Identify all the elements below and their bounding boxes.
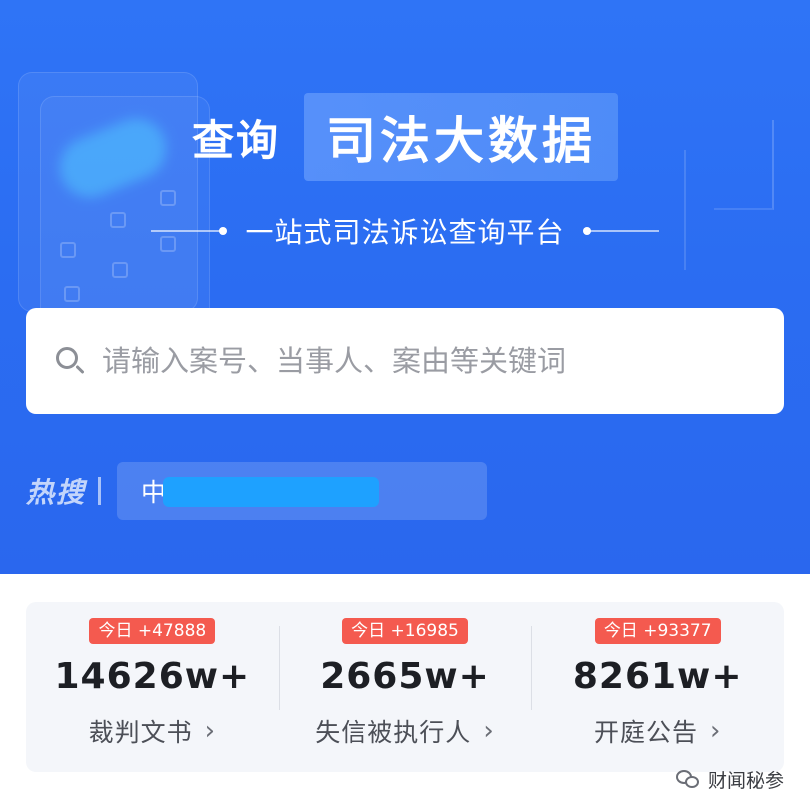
hot-search-label: 热搜: [26, 476, 87, 509]
hot-search-row: 热搜 中国 限公司: [26, 462, 488, 520]
hot-search-divider: [98, 477, 102, 505]
hero-banner: 查询 司法大数据 一站式司法诉讼查询平台 热搜 中国 限公司: [0, 0, 810, 574]
stat-label: 开庭公告: [593, 718, 698, 748]
stat-link[interactable]: 开庭公告 ›: [594, 713, 721, 749]
chevron-right-icon: ›: [204, 716, 217, 747]
page-title: 查询 司法大数据: [0, 92, 810, 182]
stat-label: 失信被执行人: [315, 718, 472, 748]
search-input[interactable]: [102, 344, 742, 378]
stat-label: 裁判文书: [88, 718, 193, 748]
today-increment-badge: 今日 +16985: [342, 618, 468, 645]
today-increment-badge: 今日 +93377: [594, 618, 721, 645]
today-increment-badge: 今日 +47888: [89, 618, 216, 645]
watermark: 财闻秘参: [675, 766, 784, 793]
stat-link[interactable]: 裁判文书 ›: [89, 713, 216, 749]
redaction-mark: [163, 477, 380, 507]
stat-value: 8261w+: [572, 656, 743, 698]
title-main: 司法大数据: [326, 112, 596, 170]
stat-link[interactable]: 失信被执行人 ›: [315, 713, 494, 749]
id-card-icon: [64, 286, 80, 302]
subtitle: 一站式司法诉讼查询平台: [245, 216, 565, 249]
stats-section: 今日 +47888 14626w+ 裁判文书 › 今日 +16985 2665w…: [0, 574, 810, 811]
image-icon: [112, 262, 128, 278]
chevron-right-icon: ›: [483, 716, 495, 747]
wechat-icon: [675, 769, 702, 790]
stats-card: 今日 +47888 14626w+ 裁判文书 › 今日 +16985 2665w…: [26, 602, 784, 772]
document-icon: [160, 190, 176, 206]
subtitle-divider-left: [151, 227, 228, 235]
stat-value: 14626w+: [54, 656, 251, 698]
search-icon: [54, 345, 86, 377]
stat-dishonest-debtors[interactable]: 今日 +16985 2665w+ 失信被执行人 ›: [278, 602, 532, 772]
hot-search-item[interactable]: 中国 限公司: [117, 462, 488, 520]
search-bar[interactable]: [26, 308, 784, 414]
stat-judgments[interactable]: 今日 +47888 14626w+ 裁判文书 ›: [26, 602, 279, 772]
title-highlight: 司法大数据: [304, 93, 618, 181]
title-prefix: 查询: [191, 115, 280, 165]
watermark-text: 财闻秘参: [707, 770, 784, 792]
subtitle-row: 一站式司法诉讼查询平台: [0, 208, 810, 254]
stat-court-notices[interactable]: 今日 +93377 8261w+ 开庭公告 ›: [531, 602, 784, 772]
stat-value: 2665w+: [320, 656, 490, 698]
chevron-right-icon: ›: [709, 716, 722, 747]
subtitle-divider-right: [582, 227, 659, 235]
